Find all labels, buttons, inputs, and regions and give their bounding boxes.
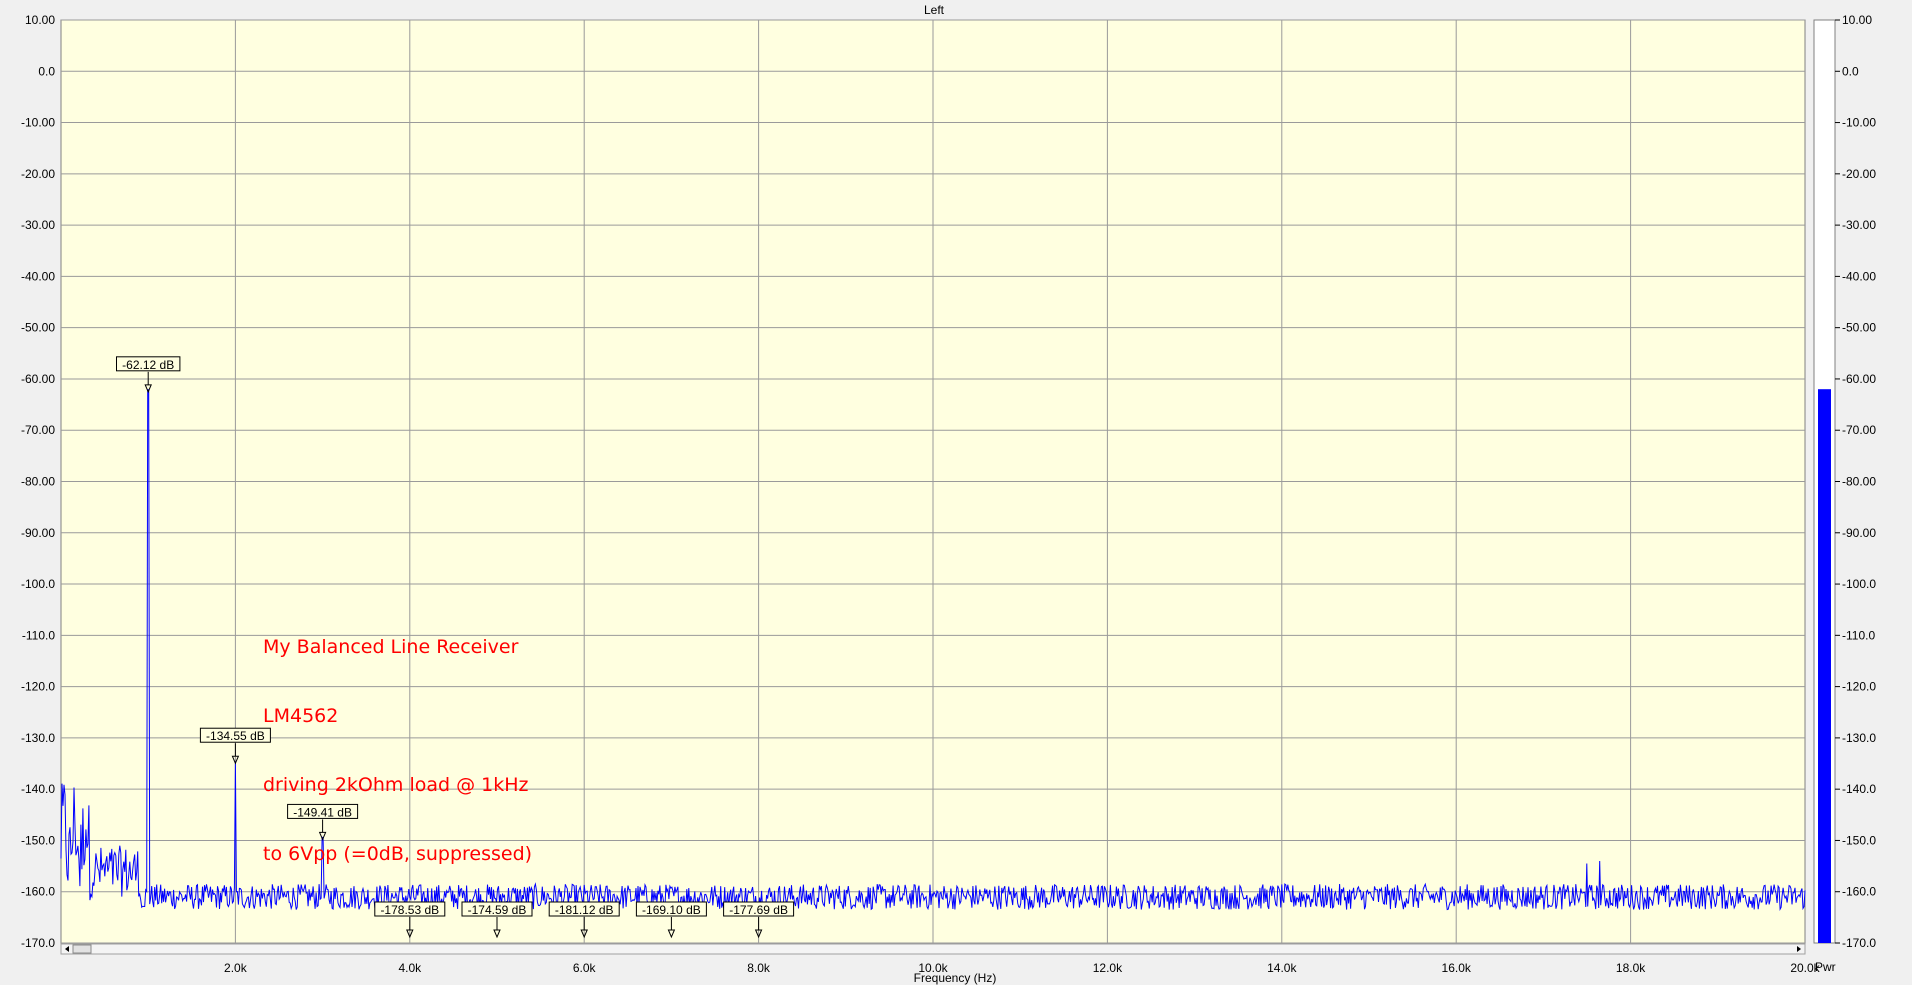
x-tick-label: 4.0k <box>398 961 422 975</box>
y-tick-label: -40.00 <box>21 269 55 283</box>
meter-tick-label: -20.00 <box>1842 167 1876 181</box>
y-tick-label: -150.0 <box>21 833 55 847</box>
meter-tick-label: -30.00 <box>1842 218 1876 232</box>
marker-label: -181.12 dB <box>555 903 614 917</box>
meter-tick-label: -50.00 <box>1842 321 1876 335</box>
meter-tick-label: -120.0 <box>1842 680 1876 694</box>
y-tick-label: -140.0 <box>21 782 55 796</box>
meter-tick-label: -80.00 <box>1842 475 1876 489</box>
y-tick-label: -80.00 <box>21 475 55 489</box>
marker-label: -177.69 dB <box>729 903 788 917</box>
meter-label: Pwr <box>1815 960 1836 974</box>
marker-label: -149.41 dB <box>293 805 352 819</box>
y-tick-label: -60.00 <box>21 372 55 386</box>
y-tick-label: 10.00 <box>25 13 55 27</box>
marker-label: -178.53 dB <box>380 903 439 917</box>
horizontal-scrollbar[interactable] <box>60 943 1806 955</box>
y-tick-label: -160.0 <box>21 885 55 899</box>
meter-tick-label: -60.00 <box>1842 372 1876 386</box>
meter-tick-label: -70.00 <box>1842 423 1876 437</box>
x-tick-label: 6.0k <box>573 961 597 975</box>
meter-tick-label: -130.0 <box>1842 731 1876 745</box>
y-tick-label: -120.0 <box>21 680 55 694</box>
y-tick-label: -50.00 <box>21 321 55 335</box>
chart-title: Left <box>924 3 945 17</box>
meter-tick-label: 10.00 <box>1842 13 1872 27</box>
meter-tick-label: -110.0 <box>1842 628 1875 642</box>
y-tick-label: -70.00 <box>21 423 55 437</box>
y-tick-label: -100.0 <box>21 577 55 591</box>
x-tick-label: 18.0k <box>1616 961 1646 975</box>
y-tick-label: -20.00 <box>21 167 55 181</box>
x-tick-label: 16.0k <box>1442 961 1472 975</box>
y-tick-label: -90.00 <box>21 526 55 540</box>
y-tick-label: -10.00 <box>21 116 55 130</box>
marker-label: -169.10 dB <box>642 903 701 917</box>
x-tick-label: 12.0k <box>1093 961 1123 975</box>
meter-tick-label: -160.0 <box>1842 885 1876 899</box>
y-tick-label: -170.0 <box>21 936 55 950</box>
y-tick-label: 0.0 <box>38 64 55 78</box>
meter-tick-label: -100.0 <box>1842 577 1876 591</box>
meter-tick-label: -170.0 <box>1842 936 1876 950</box>
x-tick-label: 14.0k <box>1267 961 1297 975</box>
meter-tick-label: 0.0 <box>1842 64 1859 78</box>
x-tick-label: 8.0k <box>747 961 771 975</box>
scrollbar-thumb[interactable] <box>72 944 92 954</box>
meter-tick-label: -90.00 <box>1842 526 1876 540</box>
marker-label: -174.59 dB <box>468 903 527 917</box>
x-tick-label: 2.0k <box>224 961 248 975</box>
meter-tick-label: -10.00 <box>1842 116 1876 130</box>
y-tick-label: -110.0 <box>22 628 55 642</box>
marker-label: -134.55 dB <box>206 729 265 743</box>
meter-tick-label: -40.00 <box>1842 269 1876 283</box>
x-axis-label: Frequency (Hz) <box>914 971 997 985</box>
marker-label: -62.12 dB <box>122 358 174 372</box>
y-tick-label: -30.00 <box>21 218 55 232</box>
level-meter-bar <box>1818 389 1831 943</box>
meter-tick-label: -150.0 <box>1842 833 1876 847</box>
meter-tick-label: -140.0 <box>1842 782 1876 796</box>
y-tick-label: -130.0 <box>21 731 55 745</box>
spectrum-chart: -62.12 dB -134.55 dB -149.41 dB -178.53 dB -… <box>21 3 1876 985</box>
